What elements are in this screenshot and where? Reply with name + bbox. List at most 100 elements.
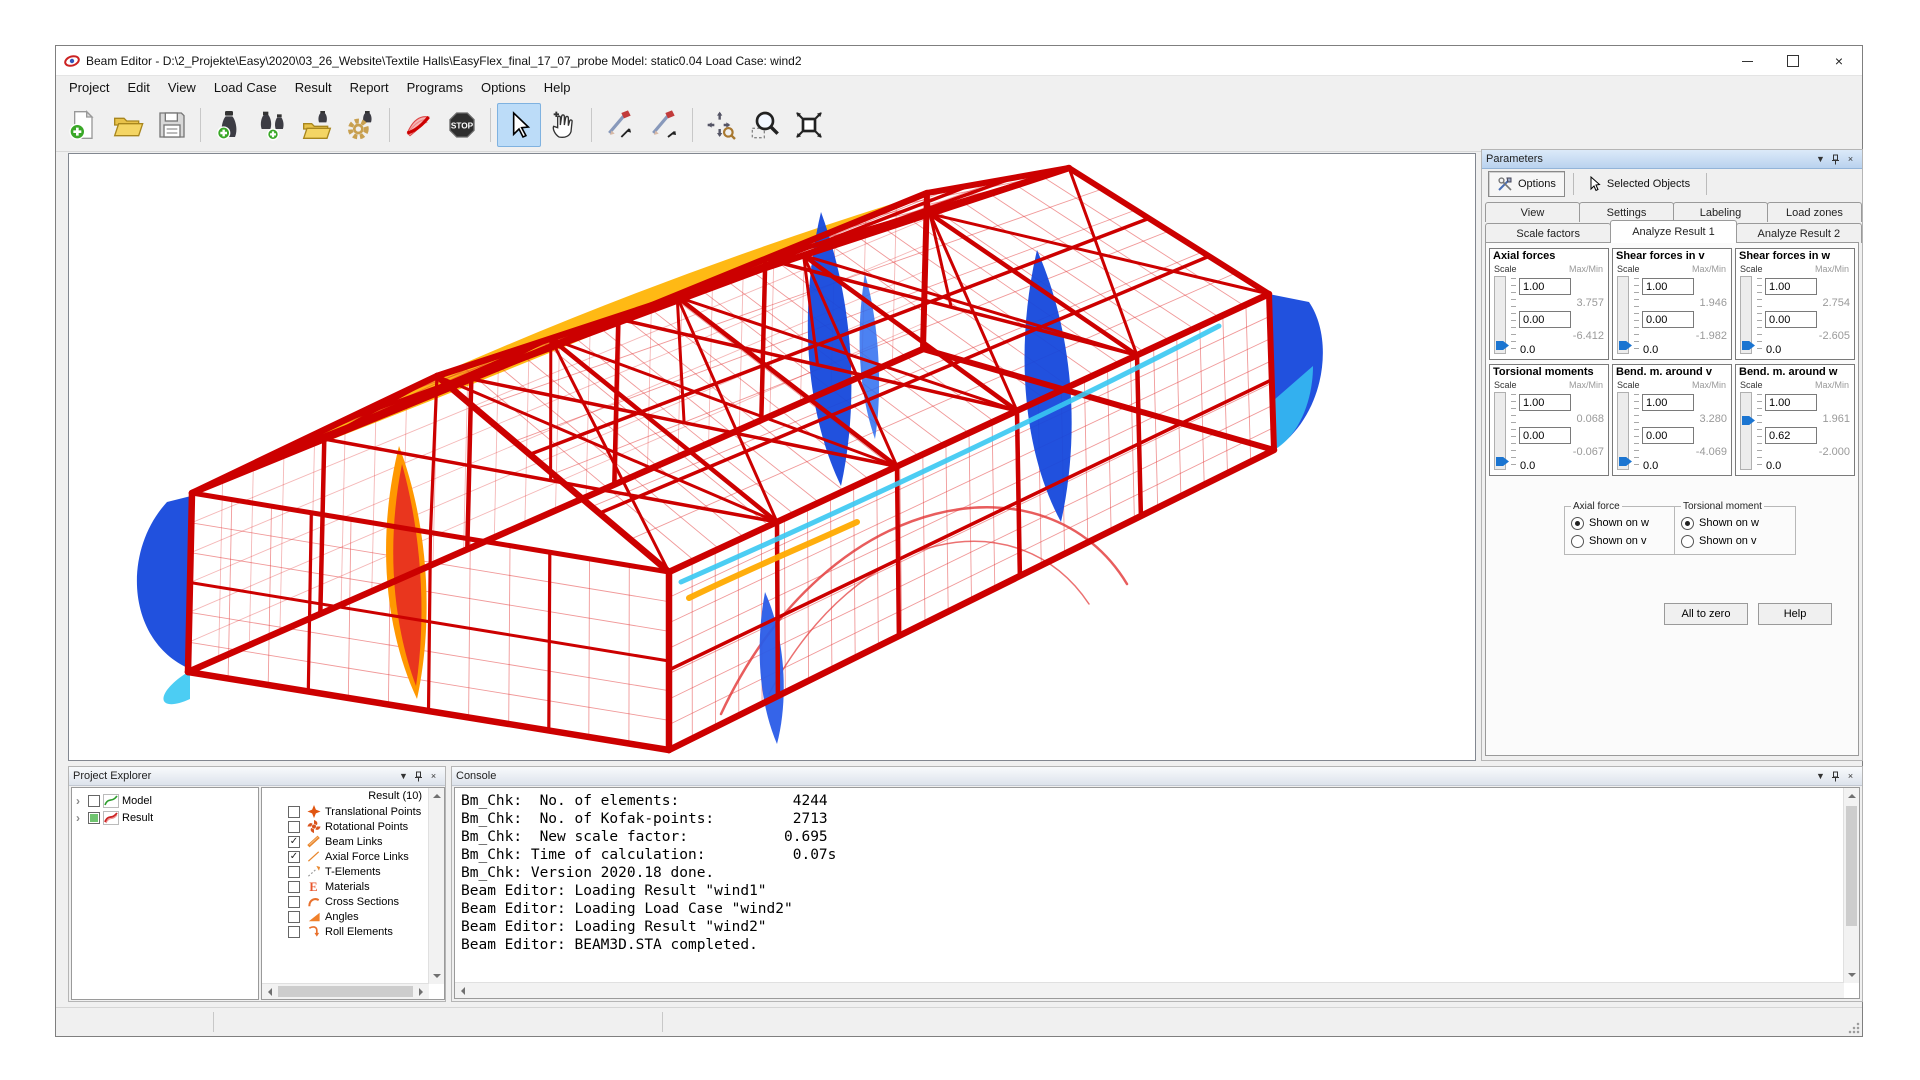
- pin-icon[interactable]: [1828, 769, 1843, 783]
- console-output-pane[interactable]: Bm_Chk: No. of elements: 4244Bm_Chk: No.…: [454, 787, 1860, 999]
- checkbox[interactable]: ✓: [288, 851, 300, 863]
- maximize-button[interactable]: [1770, 46, 1816, 76]
- checkbox[interactable]: [288, 866, 300, 878]
- add-load-case-icon[interactable]: [207, 103, 251, 147]
- help-button[interactable]: Help: [1758, 603, 1832, 625]
- draw-beam-icon[interactable]: [598, 103, 642, 147]
- menu-programs[interactable]: Programs: [398, 78, 472, 97]
- show-result-icon[interactable]: [396, 103, 440, 147]
- menu-load-case[interactable]: Load Case: [205, 78, 286, 97]
- tab-load-zones[interactable]: Load zones: [1767, 202, 1862, 222]
- scale-value-input[interactable]: [1642, 278, 1694, 295]
- add-load-cases-icon[interactable]: [251, 103, 295, 147]
- save-icon[interactable]: [150, 103, 194, 147]
- scale-slider[interactable]: [1617, 276, 1629, 354]
- tab-analyze-result-2[interactable]: Analyze Result 2: [1736, 223, 1862, 243]
- scroll-down-icon[interactable]: [429, 969, 444, 984]
- chevron-down-icon[interactable]: ▼: [1813, 152, 1828, 166]
- slider-thumb[interactable]: [1496, 341, 1509, 350]
- vertical-scrollbar[interactable]: [1843, 788, 1859, 983]
- pin-icon[interactable]: [411, 769, 426, 783]
- scroll-up-icon[interactable]: [1844, 788, 1859, 803]
- open-load-case-icon[interactable]: [295, 103, 339, 147]
- scale-value-input[interactable]: [1765, 278, 1817, 295]
- slider-thumb[interactable]: [1619, 457, 1632, 466]
- checkbox[interactable]: [288, 896, 300, 908]
- tree-item-model[interactable]: ›Model: [72, 792, 258, 809]
- tree-expander-icon[interactable]: ›: [76, 794, 88, 808]
- select-cursor-icon[interactable]: [497, 103, 541, 147]
- scale-slider[interactable]: [1494, 276, 1506, 354]
- vertical-scrollbar[interactable]: [428, 788, 444, 984]
- list-item[interactable]: ✓Axial Force Links: [262, 849, 444, 864]
- scroll-left-icon[interactable]: [262, 984, 277, 999]
- offset-value-input[interactable]: [1642, 427, 1694, 444]
- close-icon[interactable]: ×: [1843, 152, 1858, 166]
- tab-view[interactable]: View: [1485, 202, 1580, 222]
- load-settings-icon[interactable]: [339, 103, 383, 147]
- selected-objects-button[interactable]: Selected Objects: [1578, 172, 1698, 196]
- minimize-button[interactable]: [1724, 46, 1770, 76]
- title-bar[interactable]: Beam Editor - D:\2_Projekte\Easy\2020\03…: [56, 46, 1862, 76]
- chevron-down-icon[interactable]: ▼: [1813, 769, 1828, 783]
- checkbox[interactable]: [88, 812, 100, 824]
- menu-report[interactable]: Report: [341, 78, 398, 97]
- radio-icon[interactable]: [1571, 535, 1584, 548]
- all-to-zero-button[interactable]: All to zero: [1664, 603, 1748, 625]
- checkbox[interactable]: [288, 881, 300, 893]
- checkbox[interactable]: [88, 795, 100, 807]
- stop-icon[interactable]: STOP: [440, 103, 484, 147]
- options-button[interactable]: Options: [1488, 171, 1565, 197]
- list-item[interactable]: Cross Sections: [262, 894, 444, 909]
- scrollbar-thumb[interactable]: [1846, 806, 1857, 926]
- close-button[interactable]: ×: [1816, 46, 1862, 76]
- offset-value-input[interactable]: [1519, 427, 1571, 444]
- list-item[interactable]: Angles: [262, 909, 444, 924]
- offset-value-input[interactable]: [1765, 427, 1817, 444]
- draw-link-icon[interactable]: [642, 103, 686, 147]
- checkbox[interactable]: [288, 806, 300, 818]
- horizontal-scrollbar[interactable]: [262, 983, 429, 999]
- menu-result[interactable]: Result: [286, 78, 341, 97]
- close-icon[interactable]: ×: [1843, 769, 1858, 783]
- pan-hand-icon[interactable]: [541, 103, 585, 147]
- slider-thumb[interactable]: [1742, 341, 1755, 350]
- tab-analyze-result-1[interactable]: Analyze Result 1: [1610, 220, 1736, 243]
- radio-option[interactable]: Shown on w: [1681, 514, 1789, 532]
- checkbox[interactable]: [288, 926, 300, 938]
- radio-icon[interactable]: [1571, 517, 1584, 530]
- rotate-view-icon[interactable]: [699, 103, 743, 147]
- scroll-down-icon[interactable]: [1844, 968, 1859, 983]
- viewport-3d-model[interactable]: [68, 153, 1476, 761]
- checkbox[interactable]: [288, 821, 300, 833]
- menu-edit[interactable]: Edit: [118, 78, 158, 97]
- radio-option[interactable]: Shown on w: [1571, 514, 1671, 532]
- tree-item-result[interactable]: ›Result: [72, 809, 258, 826]
- open-project-icon[interactable]: [106, 103, 150, 147]
- scrollbar-thumb[interactable]: [278, 986, 413, 997]
- list-item[interactable]: EMaterials: [262, 879, 444, 894]
- resize-grip[interactable]: [1848, 1022, 1860, 1034]
- menu-project[interactable]: Project: [60, 78, 118, 97]
- scroll-left-icon[interactable]: [455, 983, 470, 998]
- scale-slider[interactable]: [1740, 276, 1752, 354]
- scale-slider[interactable]: [1740, 392, 1752, 470]
- close-icon[interactable]: ×: [426, 769, 441, 783]
- tab-settings[interactable]: Settings: [1579, 202, 1674, 222]
- console-header[interactable]: Console ▼ ×: [452, 767, 1862, 786]
- slider-thumb[interactable]: [1742, 416, 1755, 425]
- radio-option[interactable]: Shown on v: [1681, 532, 1789, 550]
- tab-labeling[interactable]: Labeling: [1673, 202, 1768, 222]
- pin-icon[interactable]: [1828, 152, 1843, 166]
- list-item[interactable]: Translational Points: [262, 804, 444, 819]
- list-item[interactable]: Roll Elements: [262, 924, 444, 939]
- offset-value-input[interactable]: [1519, 311, 1571, 328]
- scale-value-input[interactable]: [1765, 394, 1817, 411]
- scale-value-input[interactable]: [1642, 394, 1694, 411]
- menu-help[interactable]: Help: [535, 78, 580, 97]
- list-item[interactable]: T-Elements: [262, 864, 444, 879]
- chevron-down-icon[interactable]: ▼: [396, 769, 411, 783]
- list-item[interactable]: Rotational Points: [262, 819, 444, 834]
- radio-option[interactable]: Shown on v: [1571, 532, 1671, 550]
- tab-scale-factors[interactable]: Scale factors: [1485, 223, 1611, 243]
